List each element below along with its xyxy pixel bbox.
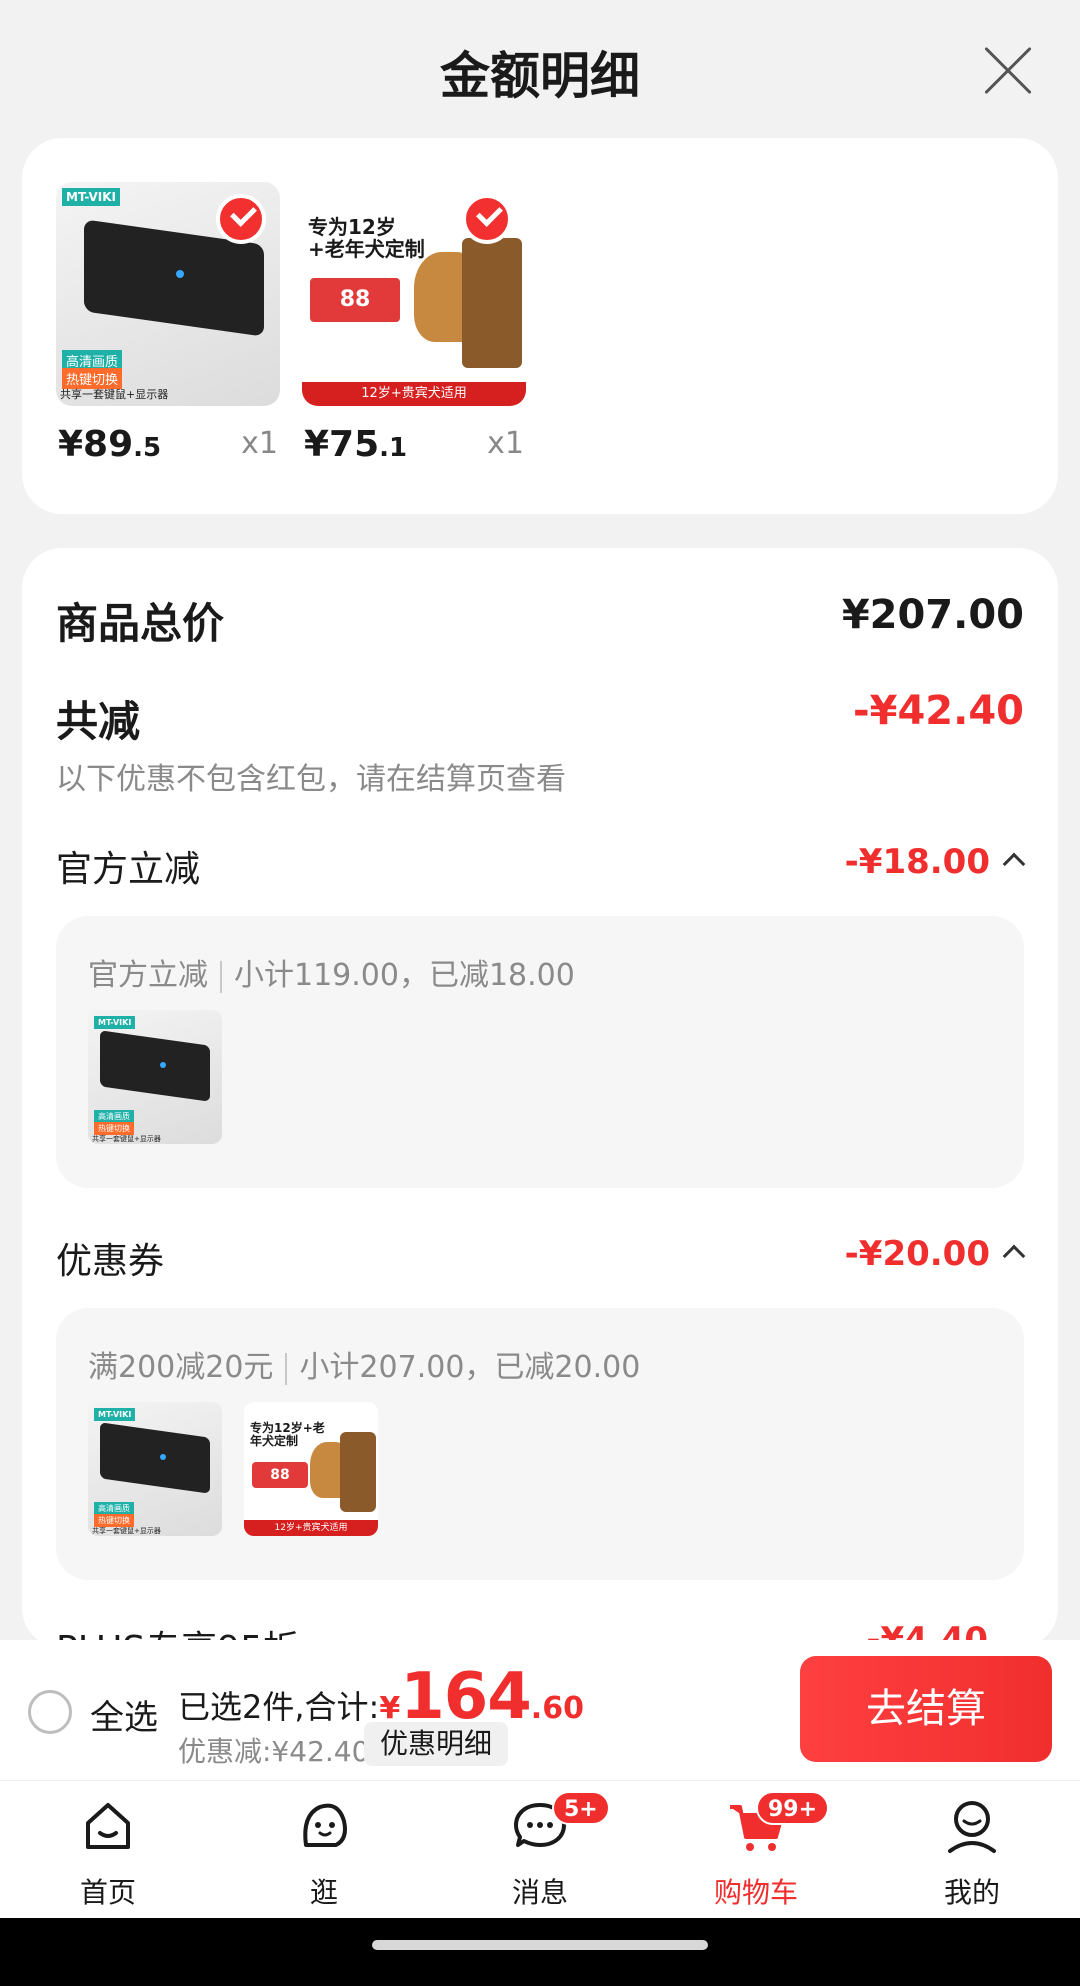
brand-label: MT-VIKI — [94, 1408, 136, 1421]
product-thumb-kvm[interactable]: MT-VIKI 高清画质 热键切换 共享一套键鼠+显示器 — [88, 1402, 222, 1536]
tab-browse[interactable]: 逛 — [254, 1795, 394, 1915]
promo-banner: 12岁+贵宾犬适用 — [302, 382, 526, 406]
caption-label: 共享一套键鼠+显示器 — [92, 1527, 161, 1535]
promo-title: 专为12岁+老年犬定制 — [308, 215, 425, 261]
discount-detail-button[interactable]: 优惠明细 — [364, 1722, 509, 1766]
tab-label: 逛 — [309, 1876, 338, 1909]
sheet-title: 金额明细 — [440, 47, 640, 105]
detail-type: 官方立减 — [88, 958, 208, 993]
section-coupon[interactable]: 优惠券 -¥20.00 — [56, 1232, 1026, 1282]
price-row: ¥75.1 x1 — [302, 416, 526, 476]
checkout-bar: 全选 已选2件,合计:¥164.60 优惠减:¥42.40 优惠明细 去结算 — [0, 1640, 1080, 1780]
chevron-up-icon[interactable] — [1002, 1244, 1026, 1268]
total-value: ¥207.00 — [841, 592, 1024, 638]
price-int: ¥89 — [58, 424, 134, 465]
sheet-header: 金额明细 — [0, 0, 1080, 140]
total-dec: .60 — [530, 1691, 584, 1726]
tab-messages[interactable]: 5+ 消息 — [470, 1791, 610, 1915]
cart-badge: 99+ — [756, 1791, 830, 1825]
total-label: 商品总价 — [56, 599, 225, 648]
product-price: ¥89.5 — [58, 424, 161, 465]
product-thumb-kvm[interactable]: MT-VIKI 高清画质 热键切换 共享一套键鼠+显示器 — [88, 1010, 222, 1144]
select-all-radio[interactable] — [28, 1690, 72, 1734]
promo-banner: 12岁+贵宾犬适用 — [244, 1520, 378, 1536]
device-shape — [100, 1030, 210, 1102]
detail-subtotal: 小计207.00，已减20.00 — [299, 1350, 641, 1385]
section-detail-box: 官方立减 小计119.00，已减18.00 MT-VIKI 高清画质 热键切换 共… — [56, 916, 1024, 1188]
price-dec: .5 — [133, 433, 162, 463]
total-currency: ¥ — [379, 1691, 401, 1726]
reduce-value: -¥42.40 — [853, 688, 1024, 734]
selected-text: 已选2件,合计: — [178, 1688, 380, 1726]
section-value: -¥18.00 — [844, 842, 990, 882]
tab-label: 消息 — [511, 1876, 568, 1909]
close-icon[interactable] — [982, 44, 1034, 96]
detail-subtotal: 小计119.00，已减18.00 — [234, 958, 575, 993]
discount-text: 优惠减:¥42.40 — [178, 1735, 370, 1768]
message-badge: 5+ — [552, 1791, 610, 1825]
tab-home[interactable]: 首页 — [38, 1795, 178, 1915]
discount-hint: 以下优惠不包含红包，请在结算页查看 — [56, 762, 566, 797]
product-image-dogfood[interactable]: 专为12岁+老年犬定制 88 12岁+贵宾犬适用 — [302, 182, 526, 406]
section-label: 官方立减 — [56, 849, 201, 890]
product-qty: x1 — [487, 426, 524, 461]
section-value: -¥20.00 — [844, 1234, 990, 1274]
selected-check-icon[interactable] — [462, 194, 512, 244]
section-detail-text: 官方立减 小计119.00，已减18.00 — [88, 950, 575, 994]
bag-shape — [340, 1432, 376, 1512]
product-item[interactable]: 专为12岁+老年犬定制 88 12岁+贵宾犬适用 ¥75.1 x1 — [302, 182, 526, 476]
browse-icon — [303, 1803, 347, 1847]
brand-label: MT-VIKI — [94, 1016, 136, 1029]
detail-card: 商品总价 ¥207.00 共减 -¥42.40 以下优惠不包含红包，请在结算页查… — [22, 548, 1058, 1648]
product-thumb-dogfood[interactable]: 专为12岁+老年犬定制 88 12岁+贵宾犬适用 — [244, 1402, 378, 1536]
product-price: ¥75.1 — [304, 424, 407, 465]
promo-box: 88 — [252, 1462, 308, 1488]
bottom-tabbar: 首页 逛 5+ 消息 99+ 购物车 我的 — [0, 1780, 1080, 1918]
price-int: ¥75 — [304, 424, 380, 465]
reduce-label: 共减 — [56, 697, 141, 746]
divider — [285, 1352, 288, 1385]
tab-label: 我的 — [943, 1876, 1000, 1909]
section-official-discount[interactable]: 官方立减 -¥18.00 — [56, 840, 1026, 890]
selected-check-icon[interactable] — [216, 194, 266, 244]
caption-label: 共享一套键鼠+显示器 — [60, 388, 169, 401]
divider — [220, 960, 222, 993]
system-nav-bar — [0, 1918, 1080, 1986]
tab-cart[interactable]: 99+ 购物车 — [686, 1791, 830, 1915]
bag-shape — [462, 238, 522, 368]
product-qty: x1 — [241, 426, 278, 461]
detail-type: 满200减20元 — [88, 1350, 274, 1385]
reduce-row: 共减 -¥42.40 — [56, 688, 1024, 748]
tab-label: 首页 — [79, 1876, 136, 1909]
brand-label: MT-VIKI — [62, 188, 120, 206]
price-row: ¥89.5 x1 — [56, 416, 280, 476]
products-card: MT-VIKI 高清画质 热键切换 共享一套键鼠+显示器 ¥89.5 x1 专为… — [22, 138, 1058, 514]
home-icon — [86, 1803, 130, 1849]
section-detail-box: 满200减20元 小计207.00，已减20.00 MT-VIKI 高清画质 热键… — [56, 1308, 1024, 1580]
promo-box: 88 — [310, 278, 400, 322]
price-dec: .1 — [379, 433, 408, 463]
led-shape — [160, 1062, 166, 1068]
checkout-button[interactable]: 去结算 — [800, 1656, 1052, 1762]
product-image-kvm[interactable]: MT-VIKI 高清画质 热键切换 共享一套键鼠+显示器 — [56, 182, 280, 406]
caption-label: 共享一套键鼠+显示器 — [92, 1135, 161, 1143]
device-shape — [100, 1422, 210, 1494]
product-item[interactable]: MT-VIKI 高清画质 热键切换 共享一套键鼠+显示器 ¥89.5 x1 — [56, 182, 280, 476]
section-detail-text: 满200减20元 小计207.00，已减20.00 — [88, 1342, 640, 1386]
tab-profile[interactable]: 我的 — [902, 1795, 1042, 1915]
tab-label: 购物车 — [713, 1876, 798, 1909]
led-shape — [176, 270, 184, 278]
home-indicator[interactable] — [372, 1940, 708, 1950]
section-label: 优惠券 — [56, 1241, 165, 1282]
select-all-label[interactable]: 全选 — [90, 1690, 158, 1739]
led-shape — [160, 1454, 166, 1460]
chevron-up-icon[interactable] — [1002, 852, 1026, 876]
profile-icon — [948, 1801, 996, 1853]
total-row: 商品总价 ¥207.00 — [56, 584, 1024, 648]
